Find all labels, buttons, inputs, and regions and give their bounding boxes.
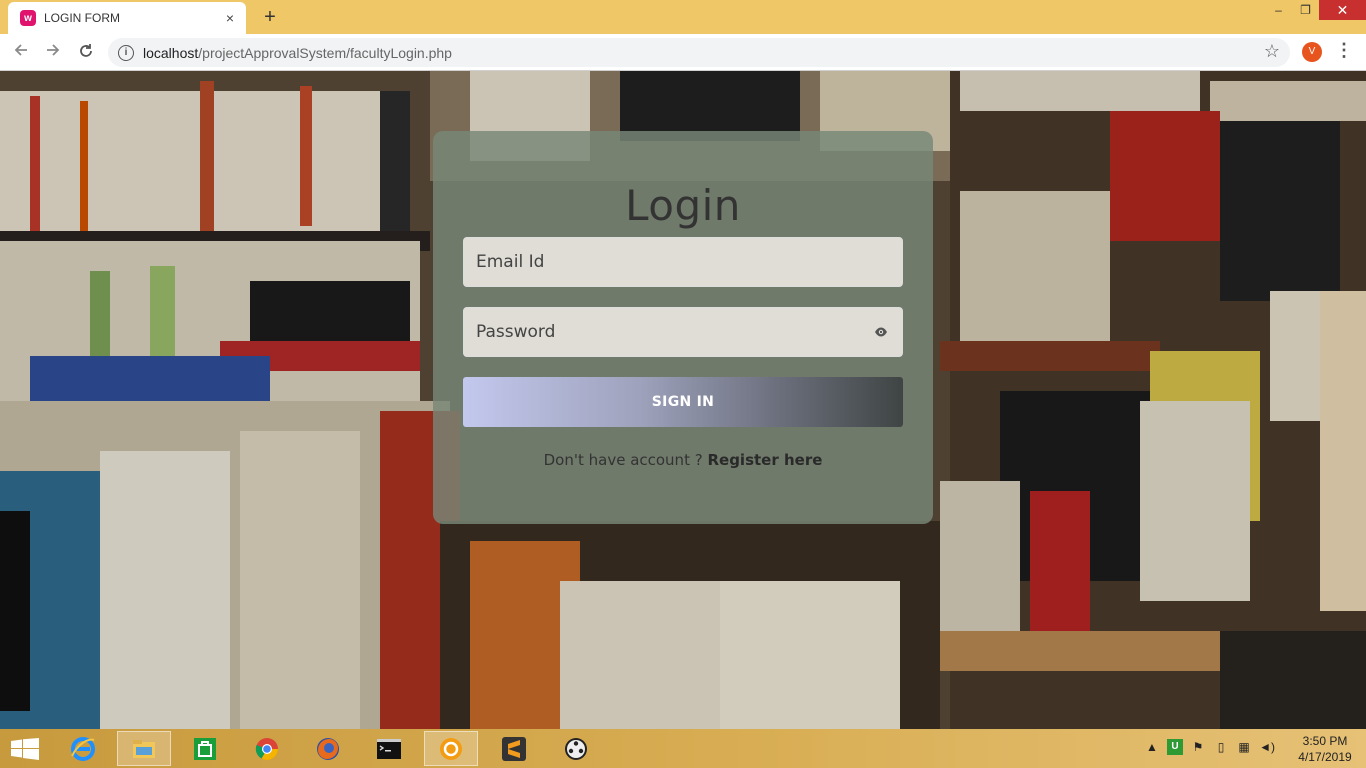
reload-button[interactable] bbox=[73, 40, 99, 66]
forward-button[interactable] bbox=[40, 40, 66, 66]
bookmark-star-icon[interactable]: ☆ bbox=[1264, 41, 1280, 62]
browser-toolbar: i localhost/projectApprovalSystem/facult… bbox=[0, 34, 1366, 71]
taskbar-xampp[interactable] bbox=[424, 731, 478, 766]
internet-explorer-icon bbox=[71, 736, 95, 761]
register-link[interactable]: Register here bbox=[707, 451, 822, 469]
windows-start-icon[interactable] bbox=[11, 738, 39, 760]
taskbar-sublime-text[interactable] bbox=[487, 731, 541, 766]
profile-avatar[interactable]: V bbox=[1302, 42, 1322, 62]
sublime-text-icon bbox=[502, 736, 526, 761]
register-prompt-text: Don't have account ? bbox=[543, 451, 703, 469]
taskbar-internet-explorer[interactable] bbox=[56, 731, 110, 766]
wamp-favicon-icon: w bbox=[20, 10, 36, 26]
password-field[interactable]: Password bbox=[463, 307, 903, 357]
store-icon bbox=[194, 737, 216, 760]
taskbar-media-player[interactable] bbox=[549, 731, 603, 766]
taskbar-file-explorer[interactable] bbox=[117, 731, 171, 766]
terminal-icon bbox=[377, 738, 401, 759]
taskbar: ▲ U ⚑ ▯ ▦ ◄) 3:50 PM 4/17/2019 bbox=[0, 729, 1366, 768]
clock-date: 4/17/2019 bbox=[1298, 750, 1352, 764]
email-field[interactable]: Email Id bbox=[463, 237, 903, 287]
back-button[interactable] bbox=[8, 40, 34, 66]
tray-expand-icon[interactable]: ▲ bbox=[1144, 739, 1160, 755]
window-controls: – ❐ ✕ bbox=[1265, 0, 1366, 22]
new-tab-button[interactable]: + bbox=[258, 5, 282, 29]
taskbar-command-prompt[interactable] bbox=[362, 731, 416, 766]
password-placeholder: Password bbox=[476, 322, 556, 342]
address-bar[interactable]: i localhost/projectApprovalSystem/facult… bbox=[108, 38, 1290, 67]
url-path: /projectApprovalSystem/facultyLogin.php bbox=[198, 44, 452, 61]
browser-tab[interactable]: w LOGIN FORM × bbox=[8, 2, 246, 34]
eye-icon[interactable] bbox=[874, 325, 888, 339]
menu-dots-icon[interactable]: ⋮ bbox=[1334, 40, 1354, 61]
info-icon[interactable]: i bbox=[118, 44, 134, 61]
tab-close-icon[interactable]: × bbox=[220, 10, 240, 26]
taskbar-firefox[interactable] bbox=[301, 731, 355, 766]
url-text: localhost/projectApprovalSystem/facultyL… bbox=[143, 45, 452, 61]
folder-icon bbox=[133, 739, 155, 758]
tray-app-icon[interactable]: U bbox=[1167, 739, 1183, 755]
volume-icon[interactable]: ◄) bbox=[1259, 739, 1275, 755]
taskbar-clock[interactable]: 3:50 PM 4/17/2019 bbox=[1290, 733, 1360, 765]
close-window-button[interactable]: ✕ bbox=[1319, 0, 1366, 20]
page-background: Login Email Id Password SIGN IN Don't ha… bbox=[0, 71, 1366, 729]
network-icon[interactable]: ▦ bbox=[1236, 739, 1252, 755]
power-icon[interactable]: ▯ bbox=[1213, 739, 1229, 755]
arrow-right-icon bbox=[47, 44, 60, 56]
restore-button[interactable]: ❐ bbox=[1292, 0, 1319, 20]
arrow-left-icon bbox=[14, 44, 27, 56]
register-prompt: Don't have account ? Register here bbox=[433, 451, 933, 469]
reload-icon bbox=[80, 44, 92, 57]
taskbar-chrome[interactable] bbox=[240, 731, 294, 766]
taskbar-store[interactable] bbox=[178, 731, 232, 766]
sign-in-button[interactable]: SIGN IN bbox=[463, 377, 903, 427]
clock-time: 3:50 PM bbox=[1302, 734, 1348, 748]
url-host: localhost bbox=[143, 44, 199, 61]
login-title: Login bbox=[625, 181, 741, 230]
film-reel-icon bbox=[565, 737, 587, 760]
action-center-flag-icon[interactable]: ⚑ bbox=[1190, 739, 1206, 755]
tab-title: LOGIN FORM bbox=[44, 11, 121, 25]
system-tray: ▲ U ⚑ ▯ ▦ ◄) bbox=[1144, 739, 1275, 755]
browser-titlebar: w LOGIN FORM × + – ❐ ✕ bbox=[0, 0, 1366, 34]
chrome-icon bbox=[255, 737, 278, 760]
minimize-button[interactable]: – bbox=[1265, 0, 1292, 20]
xampp-icon bbox=[440, 737, 462, 760]
firefox-icon bbox=[317, 737, 339, 760]
login-card: Login Email Id Password SIGN IN Don't ha… bbox=[433, 131, 933, 524]
